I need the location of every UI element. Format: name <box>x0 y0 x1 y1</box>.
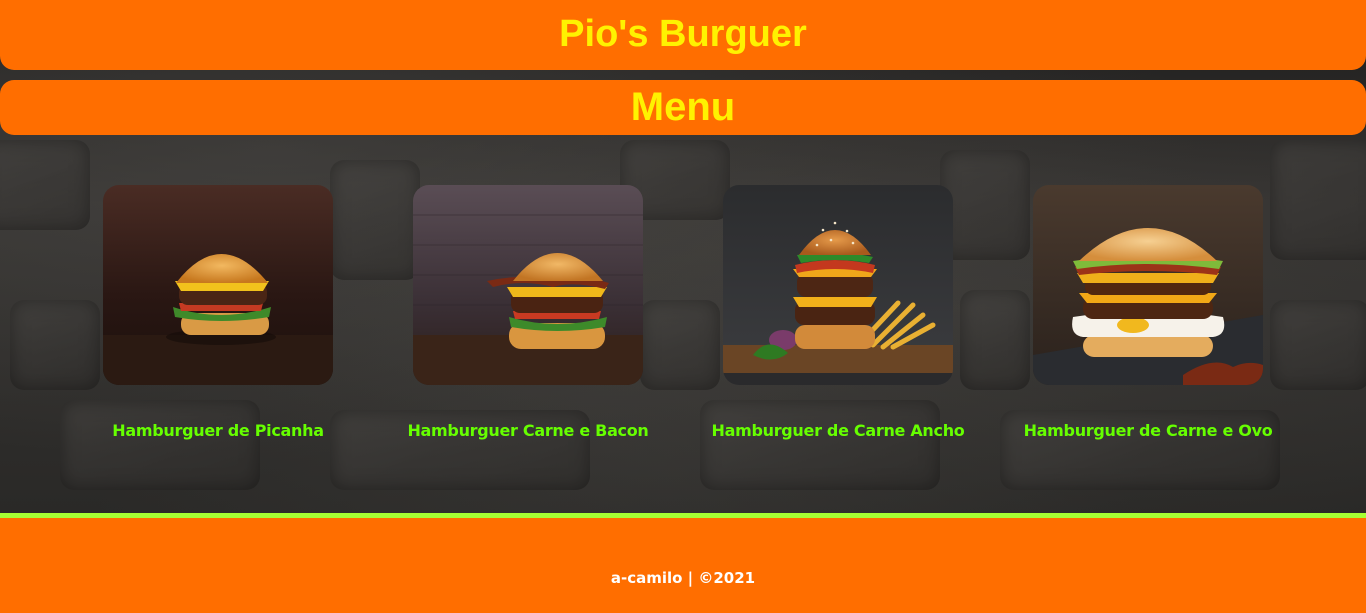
menu-item-card[interactable]: Hamburguer de Picanha <box>103 185 333 440</box>
menu-item-name: Hamburguer de Carne e Ovo <box>1023 421 1273 440</box>
menu-item-name: Hamburguer de Picanha <box>112 421 324 440</box>
burger-ancho-photo[interactable] <box>723 185 953 385</box>
site-title: Pio's Burguer <box>559 12 807 55</box>
menu-item-card[interactable]: Hamburguer de Carne Ancho <box>711 185 965 440</box>
menu-heading-bar: Menu <box>0 80 1366 135</box>
burger-egg-photo[interactable] <box>1033 185 1263 385</box>
menu-item-name: Hamburguer de Carne Ancho <box>711 421 965 440</box>
burger-picanha-photo[interactable] <box>103 185 333 385</box>
burger-bacon-photo[interactable] <box>413 185 643 385</box>
footer-credit: a-camilo | ©2021 <box>610 568 756 587</box>
menu-item-card[interactable]: Hamburguer de Carne e Ovo <box>1024 185 1273 440</box>
site-footer: a-camilo | ©2021 <box>0 518 1366 613</box>
menu-item-card[interactable]: Hamburguer Carne e Bacon <box>407 185 649 440</box>
site-header: Pio's Burguer <box>0 0 1366 70</box>
menu-title: Menu <box>630 85 736 129</box>
menu-item-name: Hamburguer Carne e Bacon <box>407 421 649 440</box>
